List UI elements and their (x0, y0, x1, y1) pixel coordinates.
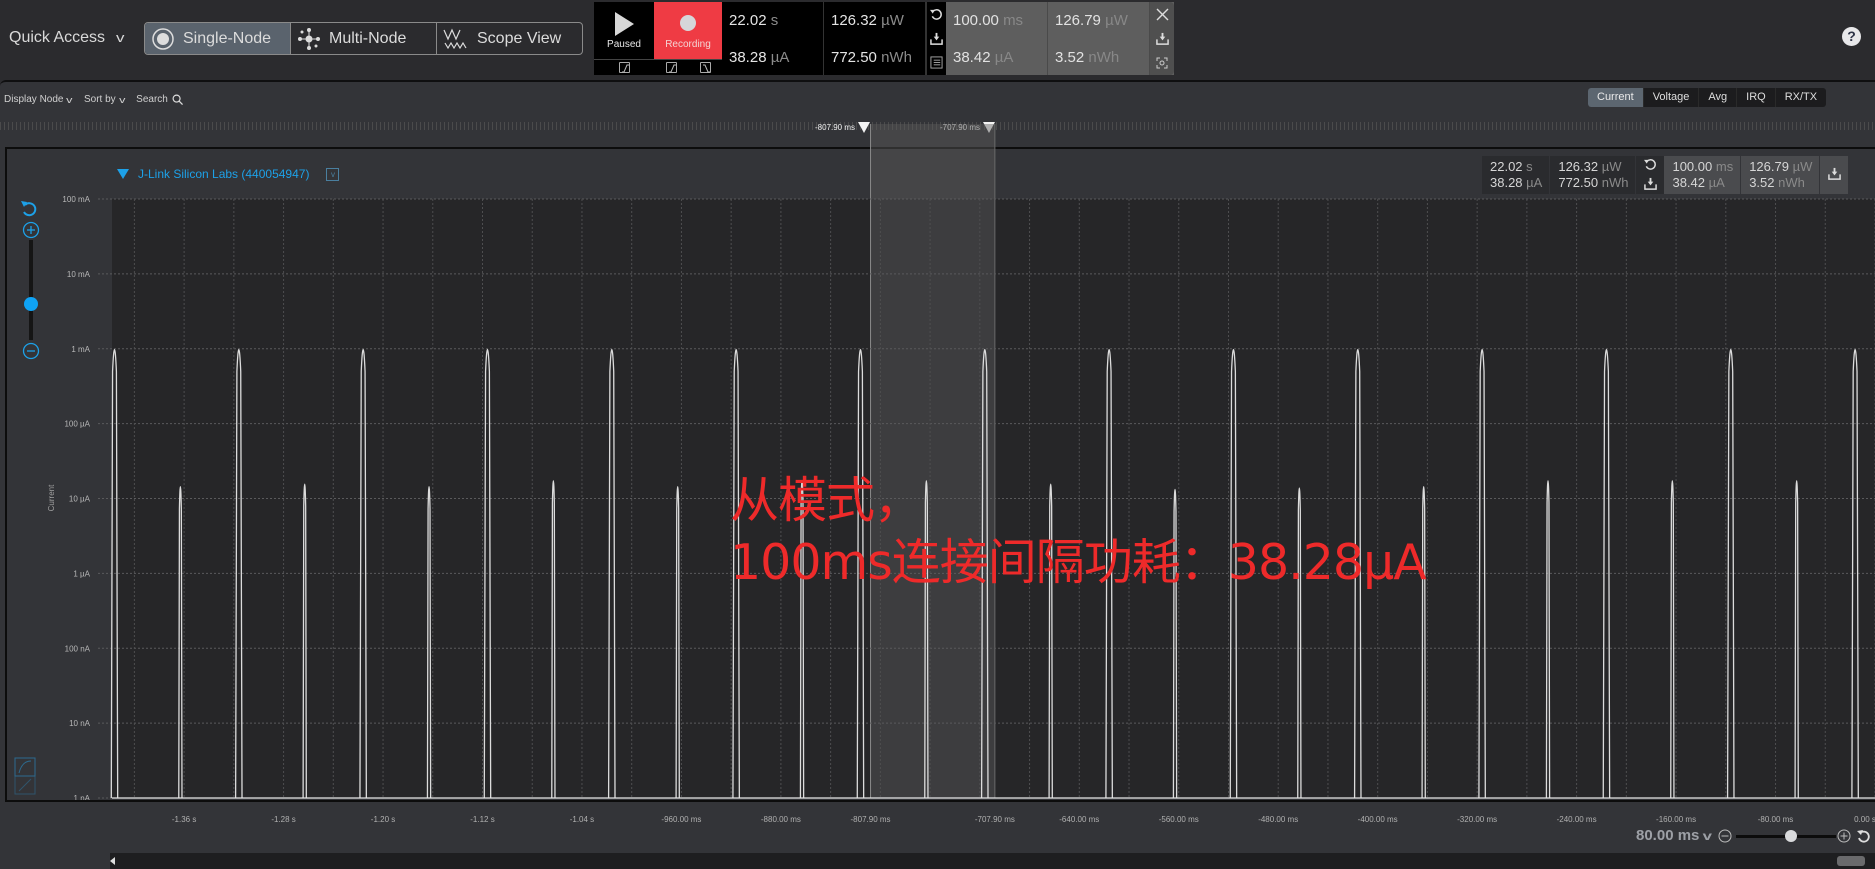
tab-single-node[interactable]: Single-Node (145, 23, 291, 54)
horizontal-scrollbar[interactable] (110, 853, 1875, 869)
chevron-down-icon: v (1702, 829, 1712, 843)
top-bar: Quick Access v Single-Node Multi-Node Sco… (0, 0, 1875, 78)
selection-actions (1150, 2, 1174, 75)
selection-region[interactable] (870, 124, 995, 798)
help-button[interactable]: ? (1842, 27, 1861, 46)
close-icon[interactable] (1156, 8, 1169, 21)
timespan-dropdown[interactable]: 80.00 ms v (1636, 827, 1712, 844)
x-tick-label: -1.04 s (570, 815, 594, 824)
main-panel: Display Node v Sort by v Search Current Vo… (0, 80, 1875, 869)
scrollbar-thumb[interactable] (1837, 856, 1865, 866)
record-button[interactable]: Recording (654, 2, 722, 75)
sel-time: 100.00 ms (953, 12, 1024, 29)
x-tick-label: -560.00 ms (1159, 815, 1199, 824)
reset-icon[interactable] (930, 7, 944, 21)
x-tick-label: -400.00 ms (1358, 815, 1398, 824)
play-icon (615, 12, 634, 36)
x-tick-label: -1.36 s (172, 815, 196, 824)
view-mode-selector: Single-Node Multi-Node Scope View (144, 22, 583, 55)
tab-scope-view[interactable]: Scope View (437, 23, 582, 54)
stat-power-energy: 126.32 µW 772.50 nWh (824, 2, 926, 75)
chart-bottom-border (5, 800, 1875, 802)
stat-time-current: 22.02 s 38.28 µA (722, 2, 824, 75)
record-icon (680, 15, 696, 31)
horizontal-zoom-control (1718, 829, 1870, 843)
x-tick-label: -320.00 ms (1457, 815, 1497, 824)
selection-stats: 100.00 ms 38.42 µA 126.79 µW 3.52 nWh (946, 2, 1174, 75)
y-axis-label: Current (47, 484, 56, 511)
tab-multi-node[interactable]: Multi-Node (291, 23, 437, 54)
x-tick-label: -160.00 ms (1656, 815, 1696, 824)
play-pause-button[interactable]: Paused (594, 2, 654, 75)
x-tick-label: -707.90 ms (975, 815, 1015, 824)
quick-access-label: Quick Access (9, 29, 106, 46)
y-tick-label: 1 mA (71, 345, 90, 354)
total-time: 22.02 s (729, 12, 779, 29)
x-tick-label: -240.00 ms (1557, 815, 1597, 824)
paused-label: Paused (607, 39, 641, 50)
zoom-to-selection-icon[interactable] (1156, 57, 1168, 69)
y-tick-label: 10 mA (67, 270, 91, 279)
scope-view-icon (443, 28, 467, 49)
quick-access-menu[interactable]: Quick Access v (9, 29, 125, 47)
tab-label: Single-Node (183, 29, 272, 47)
stat-actions (926, 2, 946, 75)
current-chart: 100 mA 10 mA 1 mA 100 µA 10 µA 1 µA 100 nA 10 n… (5, 124, 1875, 824)
sel-stat-time-current: 100.00 ms 38.42 µA (946, 2, 1048, 75)
rising-trigger-icon[interactable] (618, 62, 630, 73)
reset-zoom-icon[interactable] (1857, 830, 1870, 843)
list-icon[interactable] (930, 56, 944, 70)
multi-node-icon (298, 27, 320, 50)
x-tick-label: -960.00 ms (661, 815, 701, 824)
rising-trigger-icon[interactable] (665, 62, 677, 73)
avg-power: 126.32 µW (831, 12, 904, 29)
recording-panel: Paused Recording 22.02 s 38.28 µA 126.32… (594, 2, 1174, 75)
x-tick-label: -1.20 s (371, 815, 395, 824)
sel-power: 126.79 µW (1055, 12, 1128, 29)
x-tick-label: -640.00 ms (1059, 815, 1099, 824)
horizontal-zoom-thumb[interactable] (1785, 830, 1797, 842)
x-tick-label: -80.00 ms (1758, 815, 1794, 824)
x-tick-label: -1.12 s (470, 815, 494, 824)
y-tick-label: 100 mA (62, 195, 90, 204)
trigger-row (594, 59, 654, 75)
x-tick-label: -1.28 s (271, 815, 295, 824)
chevron-down-icon: v (116, 30, 125, 45)
tab-label: Multi-Node (329, 29, 407, 47)
y-tick-label: 1 µA (73, 569, 90, 578)
x-tick-label: -480.00 ms (1258, 815, 1298, 824)
zoom-out-icon[interactable] (1718, 829, 1732, 843)
recording-label: Recording (665, 39, 711, 50)
single-node-icon (152, 27, 174, 50)
x-tick-label: 0.00 s (1854, 815, 1875, 824)
x-tick-label: -807.90 ms (851, 815, 891, 824)
falling-trigger-icon[interactable] (699, 62, 711, 73)
tab-label: Scope View (477, 29, 562, 47)
x-tick-label: -880.00 ms (761, 815, 801, 824)
y-tick-label: 100 nA (65, 644, 91, 653)
y-tick-label: 10 nA (69, 719, 91, 728)
trigger-row (654, 59, 722, 75)
sel-stat-power-energy: 126.79 µW 3.52 nWh (1048, 2, 1150, 75)
app-window: Quick Access v Single-Node Multi-Node Sco… (0, 0, 1875, 869)
y-tick-label: 10 µA (69, 495, 91, 504)
export-icon[interactable] (930, 31, 944, 45)
zoom-in-icon[interactable] (1837, 829, 1851, 843)
export-icon[interactable] (1155, 32, 1169, 46)
scroll-left-icon[interactable] (110, 857, 115, 865)
y-tick-label: 100 µA (64, 420, 90, 429)
timespan-label: 80.00 ms (1636, 827, 1700, 844)
